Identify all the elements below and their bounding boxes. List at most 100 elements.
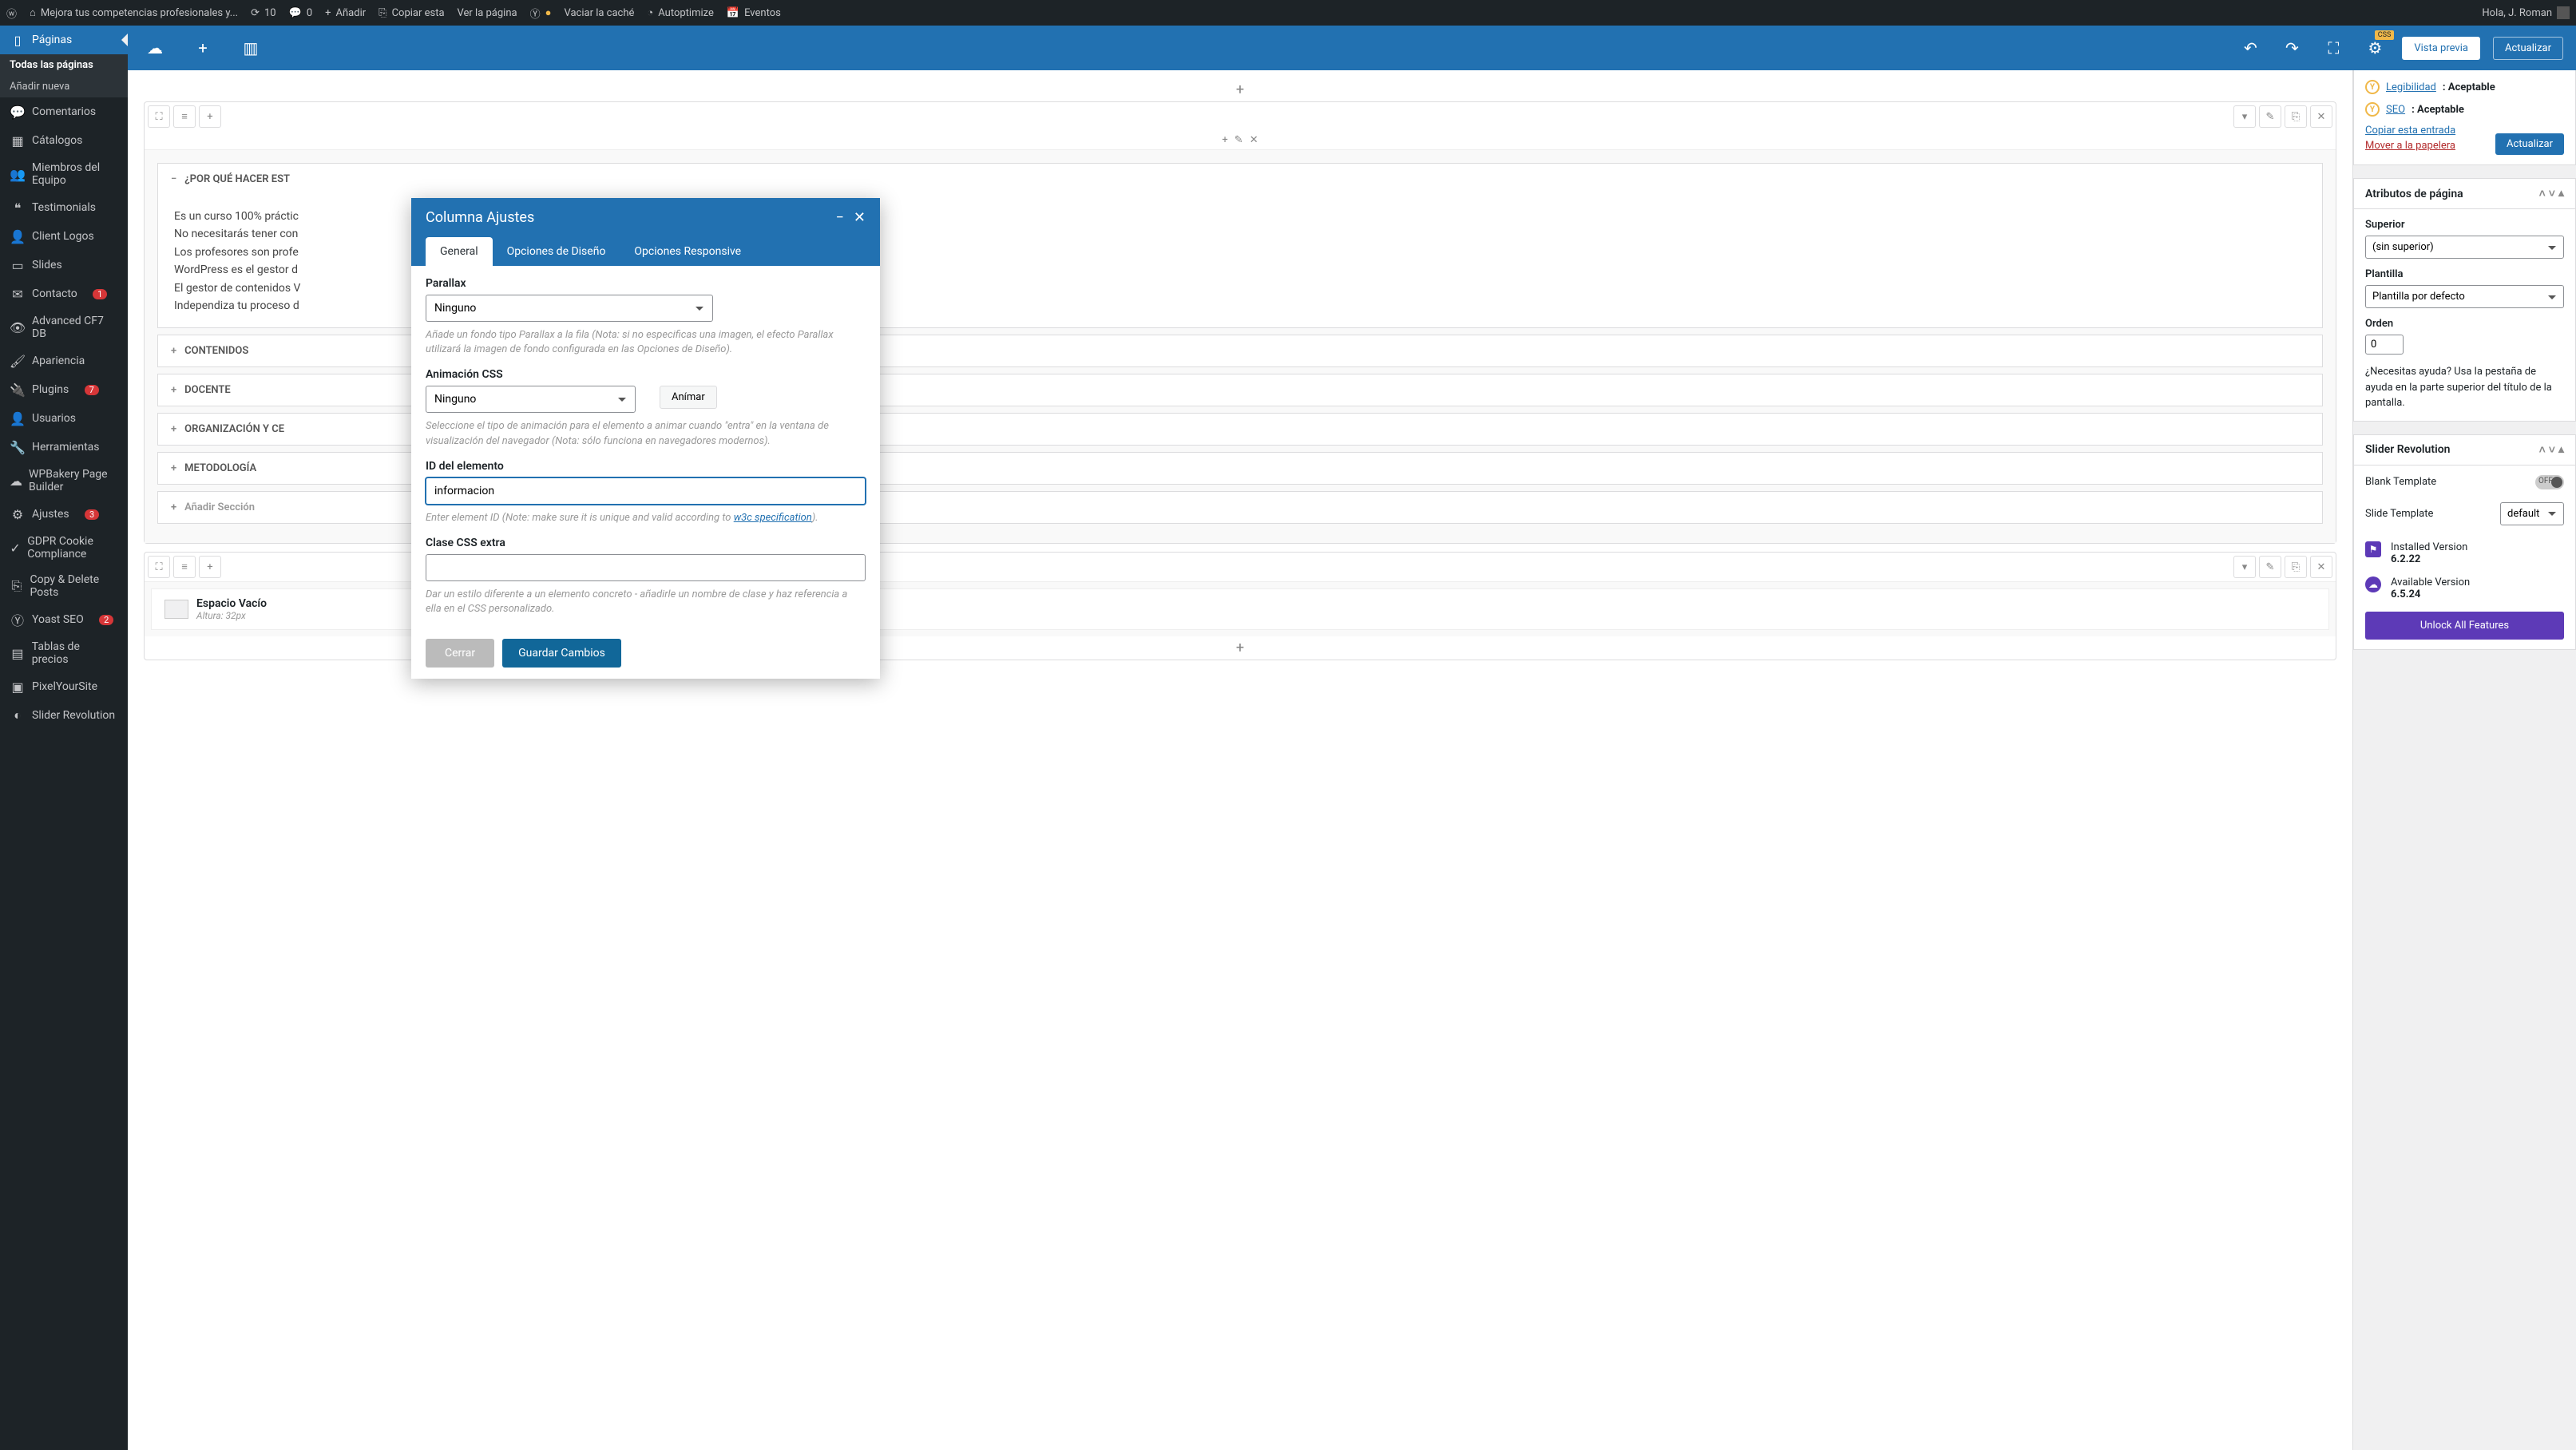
sidebar-item-cf7[interactable]: 👁Advanced CF7 DB — [0, 308, 128, 347]
sidebar-item-settings[interactable]: ⚙Ajustes 3 — [0, 500, 128, 529]
add-to-row-button[interactable]: + — [199, 556, 221, 578]
sidebar-item-sliderrev[interactable]: ◐Slider Revolution — [0, 701, 128, 730]
save-changes-button[interactable]: Guardar Cambios — [502, 639, 621, 668]
site-name-link[interactable]: ⌂Mejora tus competencias profesionales y… — [30, 6, 238, 19]
view-page-link[interactable]: Ver la página — [458, 7, 517, 19]
autoptimize-link[interactable]: ◔Autoptimize — [647, 6, 714, 19]
clone-row-button[interactable]: ⎘ — [2285, 556, 2307, 578]
sidebar-item-tools[interactable]: 🔧Herramientas — [0, 433, 128, 462]
sidebar-sub-add-new[interactable]: Añadir nueva — [0, 76, 128, 97]
fullscreen-button[interactable]: ⛶ — [2319, 34, 2348, 62]
slider-revolution-header[interactable]: Slider Revolution ˄˅▴ — [2354, 435, 2575, 466]
caret-up-icon[interactable]: ▴ — [2558, 443, 2564, 457]
close-button[interactable]: ✕ — [854, 209, 866, 226]
add-to-row-button[interactable]: + — [199, 105, 221, 128]
tab-responsive[interactable]: Opciones Responsive — [620, 237, 755, 266]
chevron-down-icon[interactable]: ˅ — [2549, 187, 2555, 200]
order-input[interactable] — [2365, 335, 2404, 355]
tab-general[interactable]: General — [426, 237, 493, 266]
element-id-input[interactable] — [426, 477, 866, 505]
wp-logo[interactable]: ⓦ — [6, 6, 17, 21]
minus-icon: − — [171, 173, 176, 185]
settings-gear-button[interactable]: ⚙CSS — [2360, 34, 2389, 62]
add-element-button[interactable]: + — [188, 34, 217, 62]
delete-row-button[interactable]: ✕ — [2310, 556, 2332, 578]
close-button[interactable]: Cerrar — [426, 639, 494, 668]
wpbakery-logo[interactable]: ☁ — [141, 34, 169, 62]
clear-cache-link[interactable]: Vaciar la caché — [564, 7, 634, 19]
columns-button[interactable]: ≡ — [173, 105, 196, 128]
delete-row-button[interactable]: ✕ — [2310, 105, 2332, 128]
superior-select[interactable]: (sin superior) — [2365, 236, 2564, 259]
add-new-link[interactable]: +Añadir — [325, 7, 366, 19]
row-dropdown-button[interactable]: ▾ — [2233, 105, 2256, 128]
w3c-link[interactable]: w3c specification — [734, 512, 812, 524]
sidebar-item-slides[interactable]: ▭Slides — [0, 251, 128, 279]
parallax-select[interactable]: Ninguno — [426, 295, 713, 322]
edit-row-button[interactable]: ✎ — [2259, 105, 2281, 128]
undo-button[interactable]: ↶ — [2236, 34, 2265, 62]
chevron-down-icon[interactable]: ˅ — [2549, 443, 2555, 457]
layout-icon: ▥ — [244, 38, 259, 57]
copy-this-link[interactable]: ⎘Copiar esta — [378, 7, 444, 19]
clone-row-button[interactable]: ⎘ — [2285, 105, 2307, 128]
sidebar-item-gdpr[interactable]: ✓GDPR Cookie Compliance — [0, 529, 128, 567]
add-row-top[interactable]: + — [144, 78, 2336, 101]
sidebar-item-client-logos[interactable]: 👤Client Logos — [0, 222, 128, 251]
sidebar-item-users[interactable]: 👤Usuarios — [0, 404, 128, 433]
sidebar-item-yoast[interactable]: ⓎYoast SEO 2 — [0, 605, 128, 634]
sidebar-item-copydelete[interactable]: ⎘Copy & Delete Posts — [0, 567, 128, 605]
animation-help: Seleccione el tipo de animación para el … — [426, 419, 866, 448]
minimize-button[interactable]: − — [836, 209, 844, 226]
sidebar-sub-all-pages[interactable]: Todas las páginas — [0, 54, 128, 76]
add-col-button[interactable]: + — [1222, 134, 1227, 146]
accordion-why[interactable]: −¿POR QUÉ HACER EST — [158, 164, 2322, 195]
events-link[interactable]: 📅Eventos — [727, 7, 781, 19]
redo-button[interactable]: ↷ — [2277, 34, 2306, 62]
templates-button[interactable]: ▥ — [236, 34, 265, 62]
sidebar-item-testimonials[interactable]: ❝Testimonials — [0, 193, 128, 222]
sidebar-item-plugins[interactable]: 🔌Plugins 7 — [0, 375, 128, 404]
sidebar-item-catalogs[interactable]: ▦Cátalogos — [0, 126, 128, 155]
readability-link[interactable]: Legibilidad — [2386, 81, 2436, 93]
sidebar-item-contact[interactable]: ✉Contacto 1 — [0, 279, 128, 308]
sidebar-item-team[interactable]: 👥Miembros del Equipo — [0, 155, 128, 193]
sidebar-item-appearance[interactable]: 🖌Apariencia — [0, 347, 128, 375]
edit-row-button[interactable]: ✎ — [2259, 556, 2281, 578]
users-icon: 👤 — [10, 410, 26, 426]
seo-link[interactable]: SEO — [2386, 104, 2405, 116]
preview-button[interactable]: Vista previa — [2402, 37, 2480, 60]
chevron-up-icon[interactable]: ˄ — [2539, 187, 2546, 200]
animation-select[interactable]: Ninguno — [426, 386, 636, 413]
unlock-features-button[interactable]: Unlock All Features — [2365, 612, 2564, 640]
sidebar-item-pixelyoursite[interactable]: ▣PixelYourSite — [0, 672, 128, 701]
copy-entry-link[interactable]: Copiar esta entrada — [2365, 125, 2455, 137]
expand-icon: ⛶ — [155, 111, 162, 123]
publish-update-button[interactable]: Actualizar — [2495, 133, 2564, 155]
blank-template-toggle[interactable]: OFF — [2535, 475, 2564, 489]
caret-up-icon[interactable]: ▴ — [2558, 187, 2564, 200]
user-greeting[interactable]: Hola, J. Roman — [2482, 6, 2570, 19]
row-dropdown-button[interactable]: ▾ — [2233, 556, 2256, 578]
update-button[interactable]: Actualizar — [2493, 37, 2563, 60]
slide-template-select[interactable]: default — [2500, 502, 2564, 525]
sidebar-item-comments[interactable]: 💬Comentarios — [0, 97, 128, 126]
delete-col-button[interactable]: ✕ — [1250, 134, 1258, 146]
updates-link[interactable]: ⟳10 — [251, 7, 276, 19]
chevron-up-icon[interactable]: ˄ — [2539, 443, 2546, 457]
edit-col-button[interactable]: ✎ — [1234, 134, 1243, 146]
sidebar-item-wpbakery[interactable]: ☁WPBakery Page Builder — [0, 462, 128, 500]
columns-button[interactable]: ≡ — [173, 556, 196, 578]
expand-row-button[interactable]: ⛶ — [148, 105, 170, 128]
move-to-trash-link[interactable]: Mover a la papelera — [2365, 140, 2455, 152]
sidebar-item-price-tables[interactable]: ▤Tablas de precios — [0, 634, 128, 672]
tab-design[interactable]: Opciones de Diseño — [493, 237, 620, 266]
sidebar-item-pages[interactable]: ▯Páginas — [0, 26, 128, 54]
animate-button[interactable]: Anímar — [660, 386, 717, 409]
extra-css-input[interactable] — [426, 554, 866, 581]
template-select[interactable]: Plantilla por defecto — [2365, 285, 2564, 308]
comments-link[interactable]: 💬0 — [289, 7, 313, 19]
expand-row-button[interactable]: ⛶ — [148, 556, 170, 578]
page-attributes-header[interactable]: Atributos de página ˄˅▴ — [2354, 179, 2575, 209]
yoast-bar-link[interactable]: Ⓨ● — [530, 6, 552, 21]
